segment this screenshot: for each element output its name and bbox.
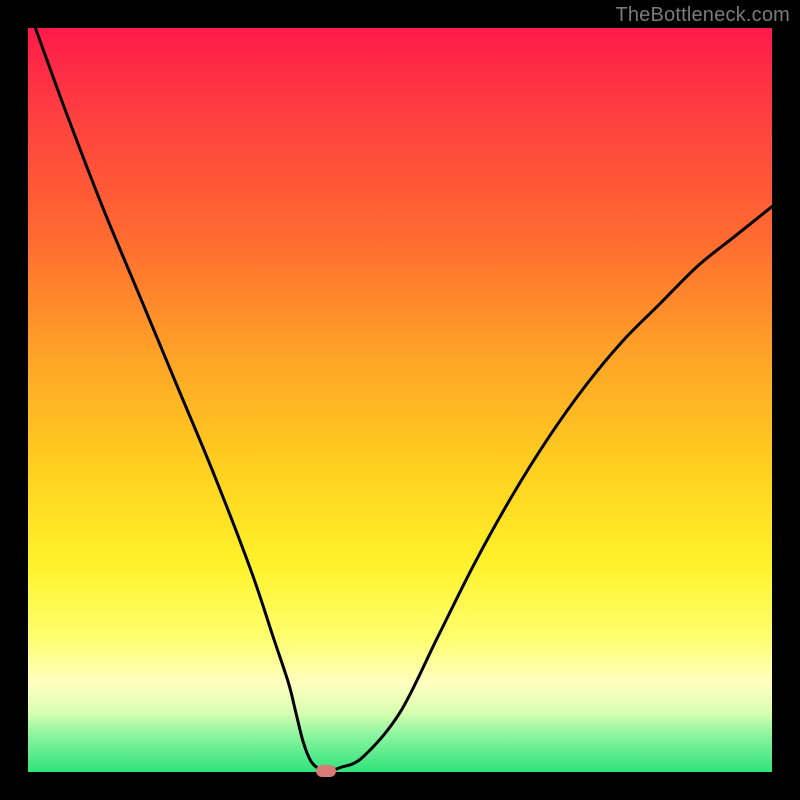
minimum-marker <box>316 765 336 777</box>
plot-area <box>28 28 772 772</box>
chart-frame: TheBottleneck.com <box>0 0 800 800</box>
watermark-text: TheBottleneck.com <box>615 4 790 27</box>
bottleneck-curve-path <box>35 28 772 771</box>
curve-svg <box>28 28 772 772</box>
